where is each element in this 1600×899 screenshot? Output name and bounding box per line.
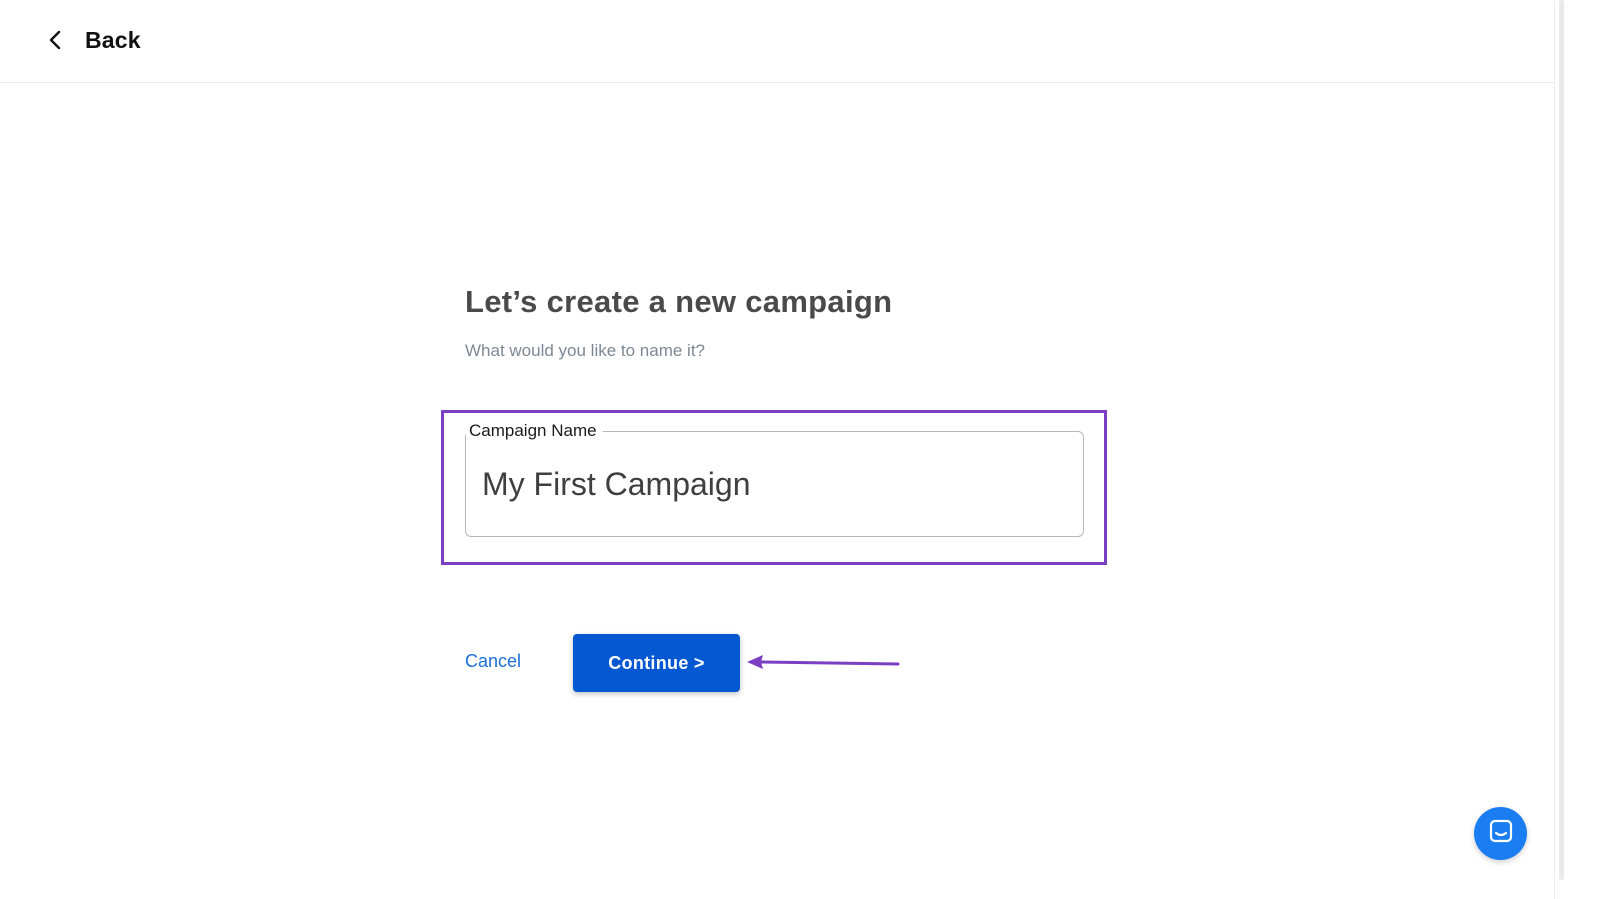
page: Back Let’s create a new campaign What wo…	[0, 0, 1600, 899]
campaign-name-field: Campaign Name	[465, 420, 1084, 537]
page-subtitle: What would you like to name it?	[465, 341, 706, 360]
top-bar: Back	[0, 0, 1554, 83]
arrow-left-icon	[745, 650, 905, 681]
continue-button[interactable]: Continue >	[573, 634, 740, 692]
page-title: Let’s create a new campaign	[465, 284, 893, 319]
chevron-left-icon	[45, 29, 67, 51]
cancel-link[interactable]: Cancel	[465, 651, 521, 672]
back-label: Back	[85, 26, 141, 53]
campaign-name-input[interactable]	[482, 460, 1062, 508]
chat-bubble-icon	[1488, 818, 1514, 849]
chat-button[interactable]	[1474, 807, 1527, 860]
back-button[interactable]: Back	[45, 22, 141, 58]
campaign-name-label: Campaign Name	[466, 420, 603, 442]
scrollbar-thumb[interactable]	[1559, 0, 1564, 880]
